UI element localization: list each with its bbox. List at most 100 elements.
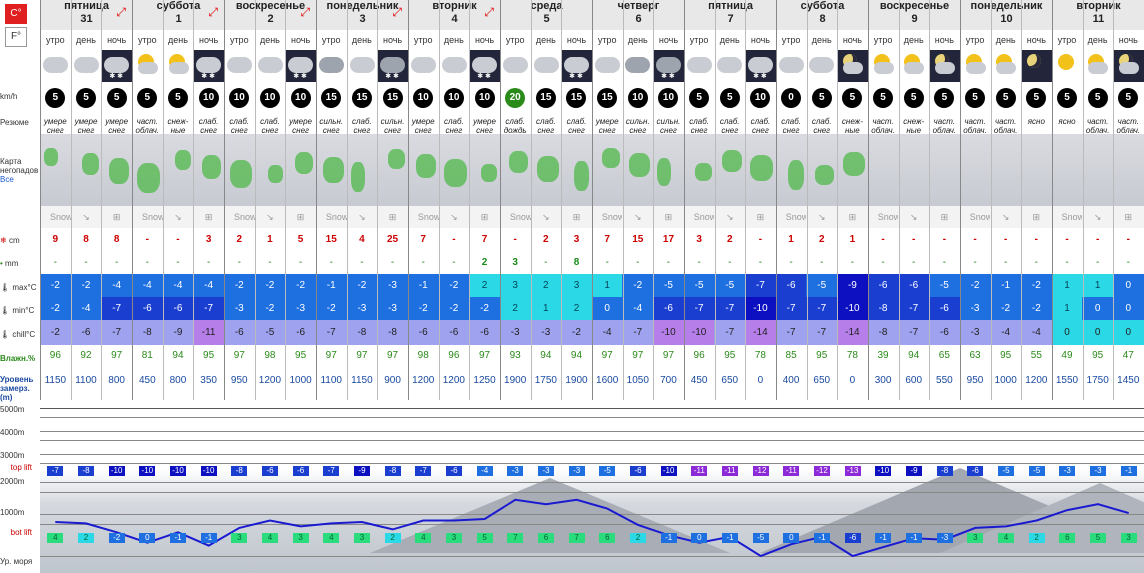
rain-amount: -: [636, 257, 640, 268]
precip-map-thumbnail[interactable]: [285, 134, 316, 206]
precip-blob: [536, 156, 559, 182]
precip-map-thumbnail[interactable]: [775, 134, 807, 206]
tmax-cell: -2: [622, 274, 654, 297]
humidity-cell: 96: [693, 350, 705, 361]
precip-map-thumbnail[interactable]: [530, 134, 562, 206]
map-control-icon: ⊞: [929, 206, 960, 228]
cloud-icon: [564, 57, 590, 73]
map-all-link[interactable]: Все: [0, 175, 40, 184]
humidity-cell: 65: [938, 350, 950, 361]
chill-label: 🌡 chill°C: [0, 330, 36, 339]
precip-map-thumbnail[interactable]: [346, 134, 378, 206]
cloud-icon: [748, 57, 774, 73]
freezing-level-cell: 300: [874, 375, 892, 386]
freezing-level-cell: 1200: [412, 375, 435, 386]
precip-map-thumbnail[interactable]: [438, 134, 470, 206]
celsius-toggle[interactable]: C°: [5, 4, 27, 24]
rain-amount: -: [1095, 257, 1100, 268]
precip-map-thumbnail[interactable]: [407, 134, 439, 206]
precip-map-thumbnail[interactable]: [929, 134, 960, 206]
chill-cell: -4: [591, 320, 623, 345]
precip-map-thumbnail[interactable]: [315, 134, 347, 206]
precip-map-thumbnail[interactable]: [131, 134, 163, 206]
fahrenheit-toggle[interactable]: F°: [5, 27, 27, 47]
chill-cell: -7: [315, 320, 347, 345]
tmin-cell: 1: [530, 297, 562, 320]
map-control-icon: ↘: [530, 206, 562, 228]
precip-map-thumbnail[interactable]: [162, 134, 194, 206]
bot-lift-temp: 3: [446, 533, 462, 543]
watermark-cell: Snow-Forecast.com: [407, 206, 498, 228]
precip-map-thumbnail[interactable]: [223, 134, 255, 206]
expand-arrow-icon[interactable]: ⤢: [392, 5, 402, 20]
precip-map-thumbnail[interactable]: [1051, 134, 1083, 206]
cloud-icon: [257, 57, 283, 73]
summary-text: умере снег: [473, 117, 496, 134]
expand-arrow-icon[interactable]: ⤢: [208, 5, 218, 20]
expand-arrow-icon[interactable]: ⤢: [300, 5, 310, 20]
precip-map-thumbnail[interactable]: [714, 134, 746, 206]
precip-map-thumbnail[interactable]: [469, 134, 500, 206]
precip-map-thumbnail[interactable]: [653, 134, 684, 206]
top-lift-temp: -6: [630, 466, 646, 476]
time-of-day-label: ночь: [1118, 35, 1138, 45]
tmax-cell: 3: [561, 274, 592, 297]
freezing-level-cell: 1200: [1025, 375, 1048, 386]
humidity-cell: 97: [662, 350, 675, 361]
precip-map-thumbnail[interactable]: [1082, 134, 1113, 206]
snowflake-icon: ✱ ✱: [783, 73, 798, 80]
wind-speed-icon: 10: [198, 88, 219, 108]
precip-map-thumbnail[interactable]: [898, 134, 930, 206]
summary-text: част. облач.: [932, 117, 957, 134]
precip-map-thumbnail[interactable]: [745, 134, 776, 206]
precip-map-thumbnail[interactable]: [806, 134, 838, 206]
wind-cell: 10: [469, 82, 500, 112]
time-of-day-label: утро: [781, 35, 801, 45]
precip-map-thumbnail[interactable]: [1112, 134, 1144, 206]
top-lift-temp: -7: [323, 466, 340, 476]
snow-amount: 15: [632, 234, 644, 245]
weather-icon: ✱ ✱: [193, 50, 224, 82]
freezing-level-cell: 1550: [1055, 375, 1079, 386]
expand-arrow-icon[interactable]: ⤢: [484, 5, 494, 20]
precip-map-thumbnail[interactable]: [622, 134, 654, 206]
wind-cell: 5: [1113, 82, 1144, 112]
precip-map-thumbnail[interactable]: [683, 134, 715, 206]
precip-blob: [843, 152, 866, 176]
tmin-cell: -3: [223, 297, 255, 320]
top-lift-temp: -9: [354, 466, 370, 476]
precip-map-thumbnail[interactable]: [40, 134, 71, 206]
precip-map-thumbnail[interactable]: [959, 134, 991, 206]
chill-cell: 0: [1112, 320, 1144, 345]
precip-map-thumbnail[interactable]: [499, 134, 531, 206]
weather-icon: [837, 50, 868, 82]
precip-map-thumbnail[interactable]: [193, 134, 224, 206]
rain-amount: -: [53, 257, 57, 268]
snow-amount: 2: [236, 234, 243, 245]
snowflake-icon: ✱ ✱: [78, 73, 93, 80]
summary-text: част. облач.: [1085, 117, 1110, 134]
precip-map-thumbnail[interactable]: [837, 134, 868, 206]
precip-map-thumbnail[interactable]: [561, 134, 592, 206]
precip-blob: [601, 148, 620, 168]
tmax-cell: 2: [469, 274, 500, 297]
top-lift-temp: -6: [967, 466, 984, 476]
precip-map-thumbnail[interactable]: [101, 134, 132, 206]
precip-map-thumbnail[interactable]: [867, 134, 899, 206]
summary-text: умере снег: [411, 117, 435, 134]
tmax-cell: -5: [806, 274, 838, 297]
freezing-level-cell: 0: [849, 375, 856, 386]
precip-map-thumbnail[interactable]: [1021, 134, 1052, 206]
precip-map-thumbnail[interactable]: [990, 134, 1021, 206]
bot-lift-temp: 3: [354, 533, 370, 543]
precip-map-thumbnail[interactable]: [377, 134, 408, 206]
expand-arrow-icon[interactable]: ⤢: [116, 5, 126, 20]
time-of-day-label: день: [995, 35, 1016, 45]
precip-map-thumbnail[interactable]: [254, 134, 286, 206]
summary-text: умере снег: [74, 117, 98, 134]
tmax-cell: -6: [898, 274, 930, 297]
precip-map-thumbnail[interactable]: [591, 134, 623, 206]
freezing-level-cell: 1900: [504, 375, 527, 386]
chill-cell: -9: [162, 320, 194, 345]
precip-map-thumbnail[interactable]: [70, 134, 102, 206]
